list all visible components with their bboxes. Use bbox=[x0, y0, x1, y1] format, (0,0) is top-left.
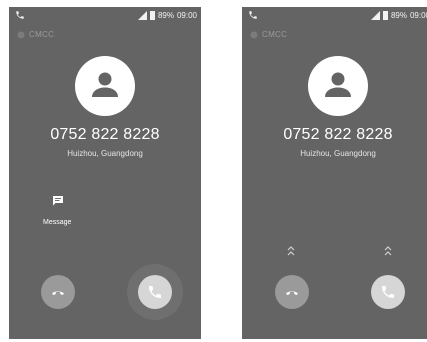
incoming-call-screen-right: 89% 09:00 CMCC 0752 822 8228 Huizhou, Gu… bbox=[242, 7, 427, 339]
caller-location: Huizhou, Guangdong bbox=[67, 149, 143, 158]
decline-call-icon bbox=[286, 291, 298, 296]
signal-icon bbox=[137, 10, 147, 20]
chevron-up-icon bbox=[287, 246, 295, 256]
status-bar: 89% 09:00 bbox=[9, 7, 201, 25]
battery-percent: 89% bbox=[390, 10, 407, 20]
answer-call-icon bbox=[382, 286, 394, 298]
battery-icon bbox=[382, 10, 388, 20]
message-icon bbox=[53, 196, 63, 206]
answer-call-button[interactable] bbox=[371, 275, 405, 309]
incoming-call-screen-left: 89% 09:00 CMCC 0752 822 8228 Huizhou, Gu… bbox=[9, 7, 201, 339]
caller-number: 0752 822 8228 bbox=[283, 126, 393, 143]
sim-icon bbox=[17, 31, 25, 38]
phone-icon bbox=[16, 11, 24, 19]
decline-call-button[interactable] bbox=[275, 275, 309, 309]
person-icon bbox=[92, 72, 118, 97]
sim-icon bbox=[250, 31, 258, 38]
carrier-name: CMCC bbox=[29, 30, 55, 39]
decline-call-icon bbox=[52, 291, 64, 296]
status-indicators: 89% 09:00 bbox=[137, 9, 197, 21]
caller-location: Huizhou, Guangdong bbox=[300, 149, 376, 158]
answer-swipe-up-hint bbox=[383, 244, 393, 258]
caller-avatar bbox=[308, 56, 368, 116]
carrier-name: CMCC bbox=[262, 30, 288, 39]
status-bar: 89% 09:00 bbox=[242, 7, 427, 25]
answer-call-icon bbox=[149, 286, 161, 298]
clock: 09:00 bbox=[409, 10, 427, 20]
message-label: Message bbox=[43, 219, 72, 226]
battery-icon bbox=[149, 10, 155, 20]
person-icon bbox=[325, 72, 351, 97]
decline-call-button[interactable] bbox=[41, 275, 75, 309]
battery-percent: 89% bbox=[157, 10, 174, 20]
status-indicators: 89% 09:00 bbox=[370, 9, 427, 21]
caller-avatar bbox=[75, 56, 135, 116]
message-button[interactable]: Message bbox=[43, 193, 83, 233]
decline-swipe-up-hint bbox=[286, 244, 296, 258]
answer-call-button[interactable] bbox=[138, 275, 172, 309]
signal-icon bbox=[370, 10, 380, 20]
chevron-up-icon bbox=[384, 246, 392, 256]
carrier-row: CMCC bbox=[17, 30, 54, 39]
caller-number: 0752 822 8228 bbox=[50, 126, 160, 143]
carrier-row: CMCC bbox=[250, 30, 287, 39]
phone-icon bbox=[249, 11, 257, 19]
clock: 09:00 bbox=[176, 10, 197, 20]
